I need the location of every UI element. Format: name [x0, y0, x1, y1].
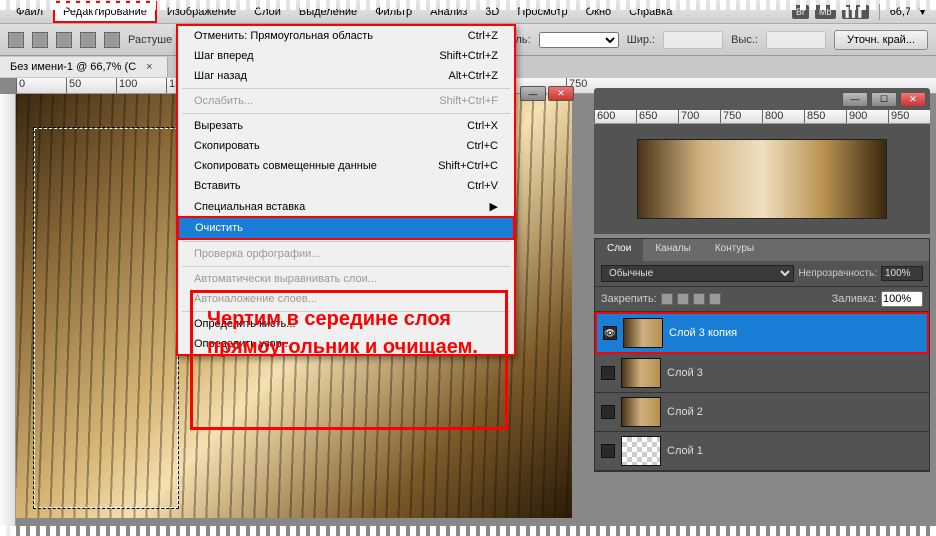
doc-close-button[interactable]: ✕ [548, 86, 574, 101]
document-tab[interactable]: Без имени-1 @ 66,7% (С × [0, 57, 168, 77]
height-label: Выс.: [731, 34, 758, 46]
menu-item[interactable]: Шаг впередShift+Ctrl+Z [178, 46, 514, 66]
navigator-ruler: 600650700750800850900950 [594, 110, 930, 124]
lock-position-icon[interactable] [693, 293, 705, 305]
lock-label: Закрепить: [601, 293, 657, 305]
layer-thumbnail[interactable] [621, 397, 661, 427]
separator [879, 4, 880, 20]
selection-subtract-icon[interactable] [80, 32, 96, 48]
selection-intersect-icon[interactable] [104, 32, 120, 48]
panel-window-controls: — ☐ ✕ [594, 88, 930, 110]
visibility-eye-icon[interactable] [601, 405, 615, 419]
menu-help[interactable]: Справка [621, 3, 680, 21]
floating-window-controls: — ✕ [520, 86, 574, 101]
style-select[interactable] [539, 32, 619, 48]
panel-minimize-button[interactable]: — [842, 92, 868, 107]
panel-close-button[interactable]: ✕ [900, 92, 926, 107]
menu-item[interactable]: Очистить [177, 216, 515, 240]
layer-name: Слой 1 [667, 445, 703, 457]
layer-name: Слой 2 [667, 406, 703, 418]
refine-edge-button[interactable]: Уточн. край... [834, 30, 928, 50]
menu-filter[interactable]: Фильтр [367, 3, 420, 21]
layer-row[interactable]: Слой 1 [595, 432, 929, 471]
lock-transparency-icon[interactable] [661, 293, 673, 305]
layers-panel: Слои Каналы Контуры Обычные Непрозрачнос… [594, 238, 930, 472]
fill-input[interactable] [881, 291, 923, 307]
ruler-vertical [0, 94, 16, 536]
layer-name: Слой 3 [667, 367, 703, 379]
menu-item[interactable]: СкопироватьCtrl+C [178, 136, 514, 156]
width-input[interactable] [663, 31, 723, 49]
selection-new-icon[interactable] [32, 32, 48, 48]
menu-item[interactable]: Отменить: Прямоугольная областьCtrl+Z [178, 26, 514, 46]
visibility-eye-icon[interactable] [601, 366, 615, 380]
layer-thumbnail[interactable] [623, 318, 663, 348]
menu-edit[interactable]: Редактирование [53, 1, 157, 23]
menu-item[interactable]: Шаг назадAlt+Ctrl+Z [178, 66, 514, 86]
layer-row[interactable]: 👁 Слой 3 копия [595, 312, 929, 354]
layer-thumbnail[interactable] [621, 358, 661, 388]
blend-mode-select[interactable]: Обычные [601, 265, 794, 282]
menu-item[interactable]: ВырезатьCtrl+X [178, 116, 514, 136]
bridge-button[interactable]: Br [792, 5, 809, 19]
feather-label: Растуше [128, 34, 172, 46]
selection-marquee[interactable] [34, 128, 178, 508]
menu-item: Проверка орфографии... [178, 244, 514, 264]
layer-thumbnail[interactable] [621, 436, 661, 466]
layer-name: Слой 3 копия [669, 327, 737, 339]
menu-item[interactable]: Специальная вставка▶ [178, 196, 514, 217]
lock-all-icon[interactable] [709, 293, 721, 305]
opacity-label: Непрозрачность: [798, 268, 877, 279]
menu-image[interactable]: Изображение [159, 3, 244, 21]
tab-channels[interactable]: Каналы [643, 239, 703, 261]
navigator-thumbnail[interactable] [637, 139, 887, 219]
layer-row[interactable]: Слой 2 [595, 393, 929, 432]
doc-minimize-button[interactable]: — [520, 86, 546, 101]
close-tab-icon[interactable]: × [142, 61, 156, 73]
layer-row[interactable]: Слой 3 [595, 354, 929, 393]
menu-select[interactable]: Выделение [291, 3, 365, 21]
zoom-dropdown-icon[interactable]: ▼ [917, 6, 928, 18]
menu-window[interactable]: Окно [578, 3, 620, 21]
menu-view[interactable]: Просмотр [509, 3, 575, 21]
menu-item[interactable]: ВставитьCtrl+V [178, 176, 514, 196]
document-tab-label: Без имени-1 @ 66,7% (С [10, 61, 136, 73]
menu-item[interactable]: Скопировать совмещенные данныеShift+Ctrl… [178, 156, 514, 176]
menu-3d[interactable]: 3D [477, 3, 507, 21]
menu-layers[interactable]: Слои [246, 3, 289, 21]
zoom-value[interactable]: 66,7 [890, 6, 911, 18]
menu-file[interactable]: Файл [8, 3, 51, 21]
visibility-eye-icon[interactable] [601, 444, 615, 458]
visibility-eye-icon[interactable]: 👁 [603, 326, 617, 340]
menu-bar: Файл Редактирование Изображение Слои Выд… [0, 0, 936, 24]
fill-label: Заливка: [832, 293, 877, 305]
height-input[interactable] [766, 31, 826, 49]
panels-dock: — ☐ ✕ 600650700750800850900950 Слои Кана… [594, 88, 930, 472]
panel-maximize-button[interactable]: ☐ [871, 92, 897, 107]
menu-item: Автоматически выравнивать слои... [178, 269, 514, 289]
view-extras-button[interactable]: ▌▌▌ [842, 5, 869, 19]
selection-add-icon[interactable] [56, 32, 72, 48]
lock-pixels-icon[interactable] [677, 293, 689, 305]
annotation-callout: Чертим в середине слоя прямоугольник и о… [190, 290, 508, 430]
opacity-input[interactable] [881, 266, 923, 281]
navigator-panel [594, 124, 930, 234]
marquee-tool-icon[interactable] [8, 32, 24, 48]
minibridge-button[interactable]: Mb [815, 5, 836, 19]
tab-paths[interactable]: Контуры [703, 239, 766, 261]
width-label: Шир.: [627, 34, 655, 46]
menu-analysis[interactable]: Анализ [422, 3, 475, 21]
tab-layers[interactable]: Слои [595, 239, 643, 261]
menu-item: Ослабить...Shift+Ctrl+F [178, 91, 514, 111]
